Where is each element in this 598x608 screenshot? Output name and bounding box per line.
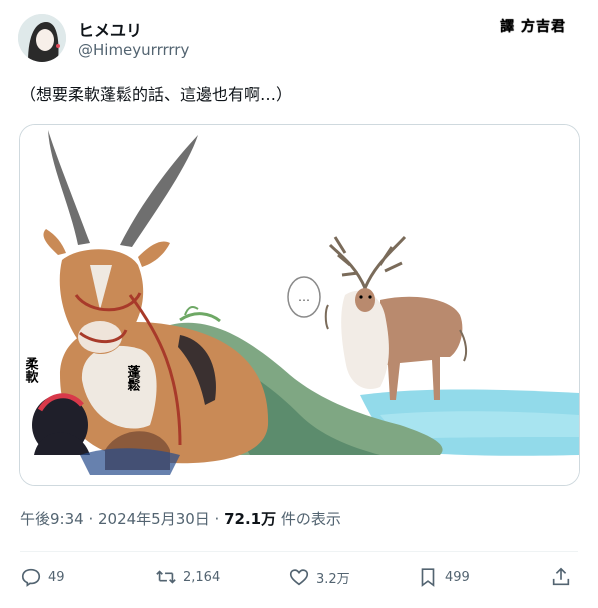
share-icon — [552, 567, 570, 586]
action-bar: 49 2,164 3.2万 499 — [20, 566, 578, 596]
view-count: 72.1万 — [224, 510, 277, 528]
bookmark-button[interactable]: 499 — [417, 566, 470, 588]
tweet-header: ヒメユリ @Himeyurrrrry 譯 方吉君 — [18, 12, 580, 64]
reply-count: 49 — [48, 569, 65, 585]
like-button[interactable]: 3.2万 — [288, 566, 350, 588]
label-fluffy: 蓬鬆 — [125, 364, 141, 392]
reply-button[interactable]: 49 — [20, 566, 65, 588]
bookmark-icon — [421, 568, 435, 587]
tweet-image[interactable]: … 柔軟 蓬鬆 — [19, 124, 580, 486]
repost-count: 2,164 — [183, 569, 221, 585]
tweet-meta: 午後9:34 · 2024年5月30日 · 72.1万 件の表示 — [20, 508, 341, 529]
like-icon — [289, 569, 309, 586]
repost-button[interactable]: 2,164 — [155, 566, 220, 588]
avatar[interactable] — [18, 14, 66, 62]
like-count: 3.2万 — [316, 571, 350, 587]
speech-bubble-text: … — [298, 290, 310, 304]
tweet-text: （想要柔軟蓬鬆的話、這邊也有啊…） — [20, 85, 293, 104]
view-suffix: 件の表示 — [276, 510, 341, 528]
reply-icon — [21, 568, 41, 587]
timestamp[interactable]: 午後9:34 · 2024年5月30日 · — [20, 510, 224, 528]
repost-icon — [156, 570, 176, 584]
display-name[interactable]: ヒメユリ — [78, 17, 142, 41]
bookmark-count: 499 — [445, 569, 470, 585]
divider — [20, 551, 578, 552]
label-soft: 柔軟 — [23, 357, 40, 384]
handle[interactable]: @Himeyurrrrry — [78, 41, 189, 59]
translator-watermark: 譯 方吉君 — [494, 16, 572, 38]
share-button[interactable] — [550, 566, 572, 588]
